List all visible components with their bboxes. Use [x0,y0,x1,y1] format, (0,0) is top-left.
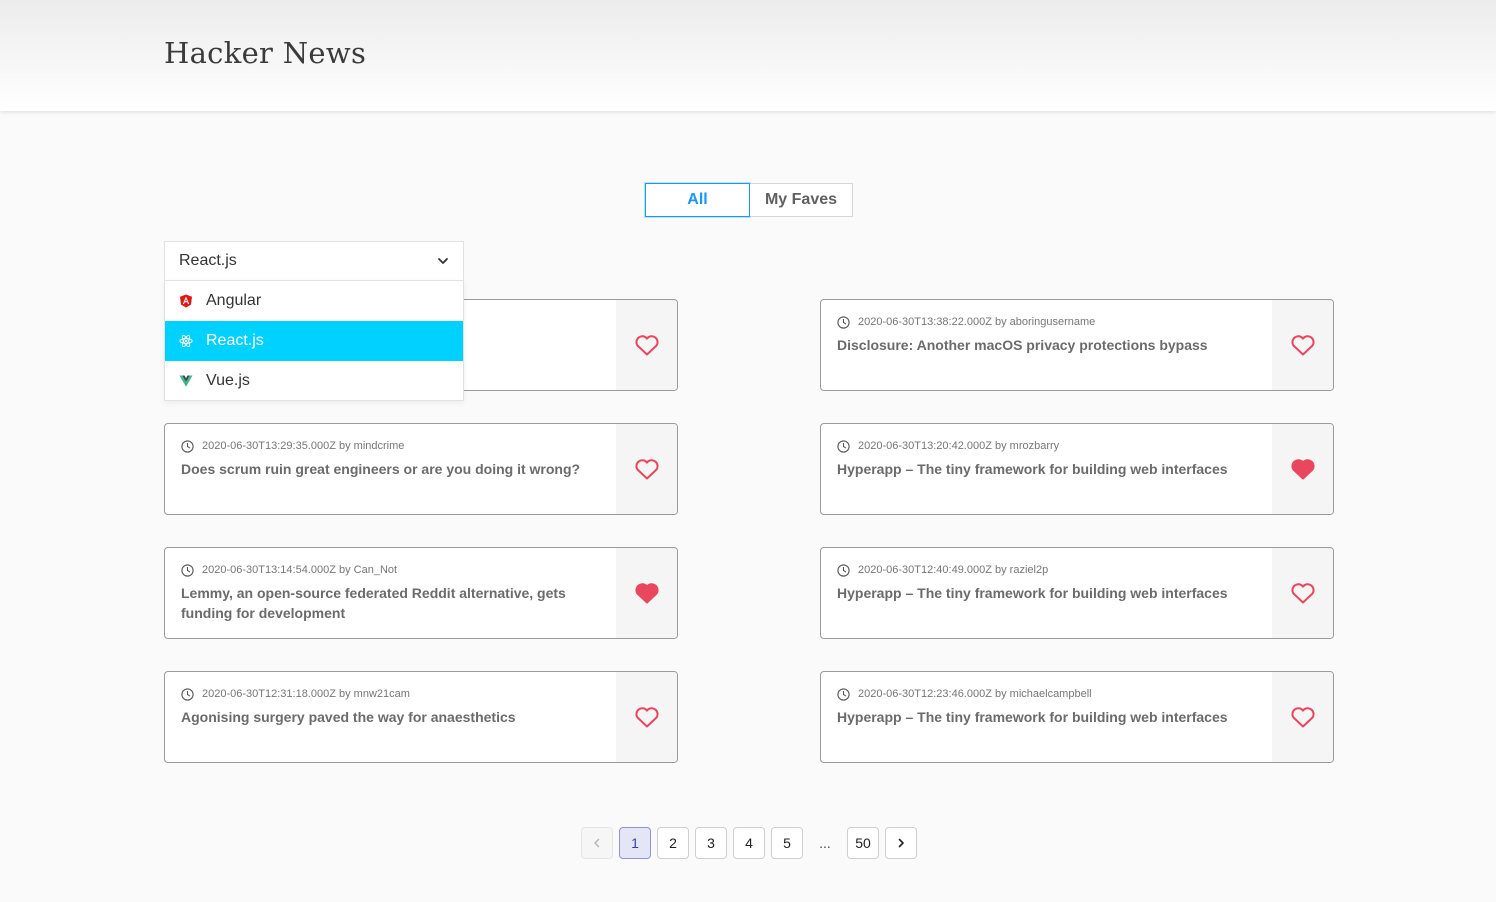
page-button-5[interactable]: 5 [771,827,803,859]
framework-select-value: React.js [179,252,237,269]
post-title[interactable]: Agonising surgery paved the way for anae… [181,707,601,727]
framework-dropdown-menu: Angular React.js Vue.js [164,280,464,401]
angular-icon [179,294,193,308]
favorite-button[interactable] [1272,548,1333,638]
post-title[interactable]: Hyperapp – The tiny framework for buildi… [837,583,1257,603]
heart-filled-icon [1290,459,1315,480]
option-label: Angular [206,292,262,309]
option-label: React.js [206,332,264,349]
heart-filled-icon [634,583,659,604]
post-card: 2020-06-30T13:29:35.000Z by mindcrime Do… [164,423,678,515]
post-meta: 2020-06-30T13:38:22.000Z by aboringusern… [858,316,1096,328]
page-button-50[interactable]: 50 [847,827,879,859]
post-title[interactable]: Lemmy, an open-source federated Reddit a… [181,583,601,623]
post-card: 2020-06-30T13:38:22.000Z by aboringusern… [820,299,1334,391]
post-meta: 2020-06-30T12:23:46.000Z by michaelcampb… [858,688,1092,700]
clock-icon [837,563,850,577]
post-card: 2020-06-30T13:14:54.000Z by Can_Not Lemm… [164,547,678,639]
vue-icon [179,374,193,388]
post-meta: 2020-06-30T12:31:18.000Z by mnw21cam [202,688,410,700]
tab-all[interactable]: All [645,183,750,217]
clock-icon [837,439,850,453]
clock-icon [837,315,850,329]
post-card: 2020-06-30T12:23:46.000Z by michaelcampb… [820,671,1334,763]
post-card: 2020-06-30T13:20:42.000Z by mrozbarry Hy… [820,423,1334,515]
page-button-1[interactable]: 1 [619,827,651,859]
favorite-button[interactable] [616,424,677,514]
clock-icon [181,687,194,701]
pagination: 1 2 3 4 5 ... 50 [0,827,1496,859]
chevron-right-icon [898,838,904,848]
next-page-button[interactable] [885,827,917,859]
page-button-4[interactable]: 4 [733,827,765,859]
tab-my-faves[interactable]: My Faves [750,183,853,217]
app-header: Hacker News [0,0,1496,111]
post-title[interactable]: Hyperapp – The tiny framework for buildi… [837,707,1257,727]
option-angular[interactable]: Angular [165,281,463,321]
clock-icon [181,563,194,577]
react-icon [179,334,193,348]
clock-icon [181,439,194,453]
option-react[interactable]: React.js [165,321,463,361]
heart-outline-icon [634,707,659,728]
favorite-button[interactable] [616,548,677,638]
heart-outline-icon [634,459,659,480]
favorite-button[interactable] [1272,300,1333,390]
heart-outline-icon [1290,335,1315,356]
favorite-button[interactable] [1272,424,1333,514]
option-vue[interactable]: Vue.js [165,361,463,401]
framework-select[interactable]: React.js [164,241,464,281]
prev-page-button[interactable] [581,827,613,859]
favorite-button[interactable] [616,300,677,390]
pagination-ellipsis: ... [819,835,831,851]
favorite-button[interactable] [616,672,677,762]
post-meta: 2020-06-30T13:14:54.000Z by Can_Not [202,564,398,576]
clock-icon [837,687,850,701]
page-button-2[interactable]: 2 [657,827,689,859]
post-meta: 2020-06-30T13:20:42.000Z by mrozbarry [858,440,1060,452]
heart-outline-icon [634,335,659,356]
heart-outline-icon [1290,707,1315,728]
post-title[interactable]: Hyperapp – The tiny framework for buildi… [837,459,1257,479]
favorite-button[interactable] [1272,672,1333,762]
chevron-down-icon [438,258,448,264]
post-title[interactable]: Does scrum ruin great engineers or are y… [181,459,601,479]
option-label: Vue.js [206,372,250,389]
view-toggle: All My Faves [645,183,853,217]
post-meta: 2020-06-30T13:29:35.000Z by mindcrime [202,440,405,452]
heart-outline-icon [1290,583,1315,604]
page-title: Hacker News [164,36,367,70]
post-meta: 2020-06-30T12:40:49.000Z by raziel2p [858,564,1049,576]
post-card: 2020-06-30T12:40:49.000Z by raziel2p Hyp… [820,547,1334,639]
page-button-3[interactable]: 3 [695,827,727,859]
chevron-left-icon [594,838,600,848]
post-card: 2020-06-30T12:31:18.000Z by mnw21cam Ago… [164,671,678,763]
post-title[interactable]: Disclosure: Another macOS privacy protec… [837,335,1257,355]
